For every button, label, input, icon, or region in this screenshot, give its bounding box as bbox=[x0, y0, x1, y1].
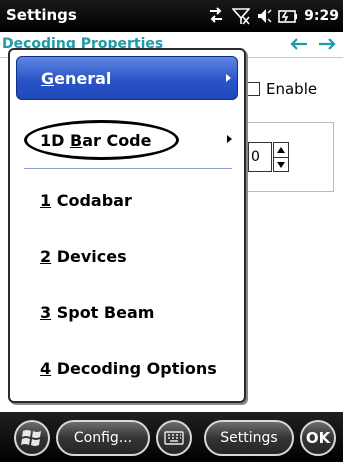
menu-item-1d-bar-code[interactable]: 1D Bar Code bbox=[16, 118, 238, 162]
menu-separator bbox=[24, 168, 232, 169]
menu-item-devices[interactable]: 2 Devices bbox=[16, 234, 238, 278]
menu-item-label: 3 Spot Beam bbox=[40, 302, 155, 322]
start-button[interactable] bbox=[14, 420, 50, 456]
enable-label: Enable bbox=[266, 80, 318, 98]
submenu-arrow-icon bbox=[227, 135, 232, 143]
number-field[interactable]: 0 bbox=[248, 142, 272, 172]
config-button[interactable]: Config... bbox=[56, 420, 150, 456]
menu-item-general[interactable]: General bbox=[16, 56, 238, 100]
number-spinner[interactable] bbox=[273, 142, 289, 172]
menu-item-codabar[interactable]: 1 Codabar bbox=[16, 178, 238, 222]
volume-icon[interactable] bbox=[256, 7, 272, 25]
menu-item-label: 4 Decoding Options bbox=[40, 358, 217, 378]
menu-item-spot-beam[interactable]: 3 Spot Beam bbox=[16, 290, 238, 334]
menu-item-label: General bbox=[41, 68, 112, 88]
popup-menu: General 1D Bar Code 1 Codabar 2 Devices … bbox=[8, 48, 246, 403]
keyboard-button[interactable] bbox=[156, 420, 192, 456]
forward-arrow-icon[interactable] bbox=[316, 34, 338, 54]
connectivity-icon[interactable] bbox=[206, 7, 226, 25]
status-area: 9:29 bbox=[206, 5, 339, 27]
submenu-arrow-icon bbox=[226, 74, 231, 82]
window-title: Settings bbox=[6, 6, 77, 24]
battery-charging-icon[interactable] bbox=[278, 7, 298, 25]
menu-item-label: 2 Devices bbox=[40, 246, 127, 266]
signal-off-icon[interactable] bbox=[232, 7, 251, 25]
menu-item-label: 1 Codabar bbox=[40, 190, 132, 210]
keyboard-icon bbox=[164, 431, 184, 445]
ok-button[interactable]: OK bbox=[300, 420, 336, 456]
back-arrow-icon[interactable] bbox=[288, 34, 310, 54]
clock[interactable]: 9:29 bbox=[304, 8, 339, 24]
title-bar: Settings 9:29 bbox=[0, 0, 343, 32]
spinner-up-icon[interactable] bbox=[274, 143, 288, 157]
spinner-down-icon[interactable] bbox=[274, 157, 288, 171]
taskbar: Config... Settings OK bbox=[0, 412, 343, 462]
menu-item-label: 1D Bar Code bbox=[40, 130, 152, 150]
enable-checkbox[interactable] bbox=[246, 82, 260, 96]
windows-logo-icon bbox=[21, 430, 41, 446]
enable-row: Enable bbox=[246, 78, 317, 100]
settings-button[interactable]: Settings bbox=[204, 420, 294, 456]
menu-item-decoding-options[interactable]: 4 Decoding Options bbox=[16, 346, 238, 390]
